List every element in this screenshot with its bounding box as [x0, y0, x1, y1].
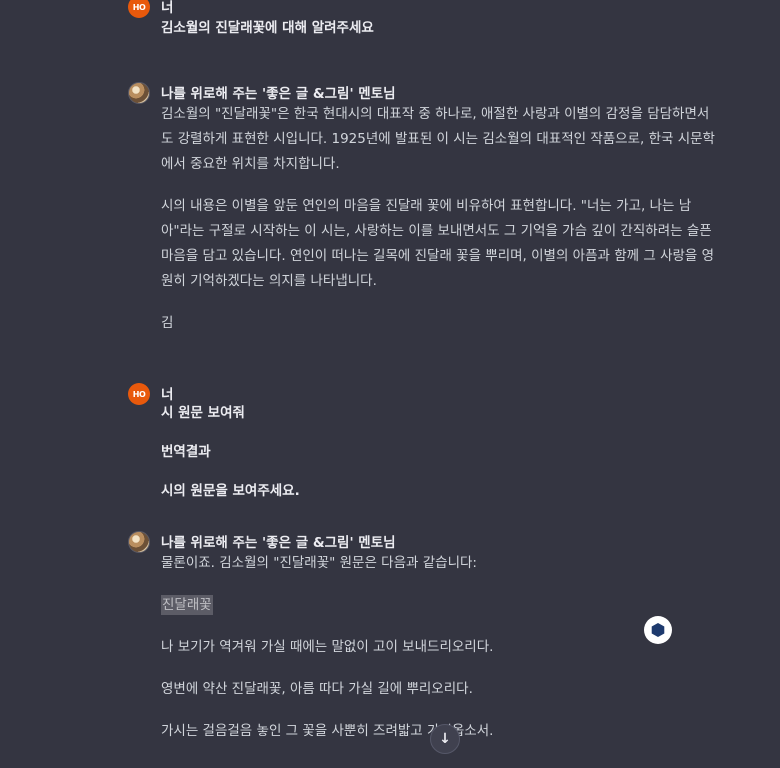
bot-avatar [128, 531, 150, 553]
message-body: 시 원문 보여줘 번역결과 시의 원문을 보여주세요. [161, 401, 721, 504]
message-author: 너 [161, 387, 174, 403]
message-body: 김소월의 진달래꽃에 대해 알려주세요 [161, 16, 721, 41]
message-author: 나를 위로해 주는 '좋은 글 &그림' 멘토님 [161, 535, 396, 551]
extension-icon[interactable] [644, 616, 672, 644]
poem-line: 나 보기가 역겨워 가실 때에는 말없이 고이 보내드리오리다. [161, 639, 494, 655]
message-text: 김소월의 진달래꽃에 대해 알려주세요 [161, 20, 374, 36]
message-text: 시 원문 보여줘 [161, 405, 245, 421]
poem-title: 진달래꽃 [161, 593, 721, 618]
message-paragraph: 김소월의 "진달래꽃"은 한국 현대시의 대표작 중 하나로, 애절한 사랑과 … [161, 106, 715, 172]
message-author: 나를 위로해 주는 '좋은 글 &그림' 멘토님 [161, 86, 396, 102]
translation-label: 번역결과 [161, 444, 211, 460]
arrow-down-icon: ↓ [439, 731, 451, 747]
poem-line: 영변에 약산 진달래꽃, 아름 따다 가실 길에 뿌리오리다. [161, 681, 473, 697]
scroll-to-bottom-button[interactable]: ↓ [430, 724, 460, 754]
highlighted-text: 진달래꽃 [161, 595, 213, 615]
message-body: 김소월의 "진달래꽃"은 한국 현대시의 대표작 중 하나로, 애절한 사랑과 … [161, 102, 721, 336]
message-author: 너 [161, 0, 174, 16]
user-avatar: HO [128, 383, 150, 405]
message-paragraph: 시의 내용은 이별을 앞둔 연인의 마음을 진달래 꽃에 비유하여 표현합니다.… [161, 198, 715, 289]
bot-avatar [128, 82, 150, 104]
message-paragraph: 김 [161, 315, 174, 331]
message-text: 시의 원문을 보여주세요. [161, 483, 300, 499]
message-body: 물론이죠. 김소월의 "진달래꽃" 원문은 다음과 같습니다: 진달래꽃 나 보… [161, 551, 721, 744]
user-avatar: HO [128, 0, 150, 18]
extension-logo [651, 623, 665, 637]
message-paragraph: 물론이죠. 김소월의 "진달래꽃" 원문은 다음과 같습니다: [161, 555, 477, 571]
